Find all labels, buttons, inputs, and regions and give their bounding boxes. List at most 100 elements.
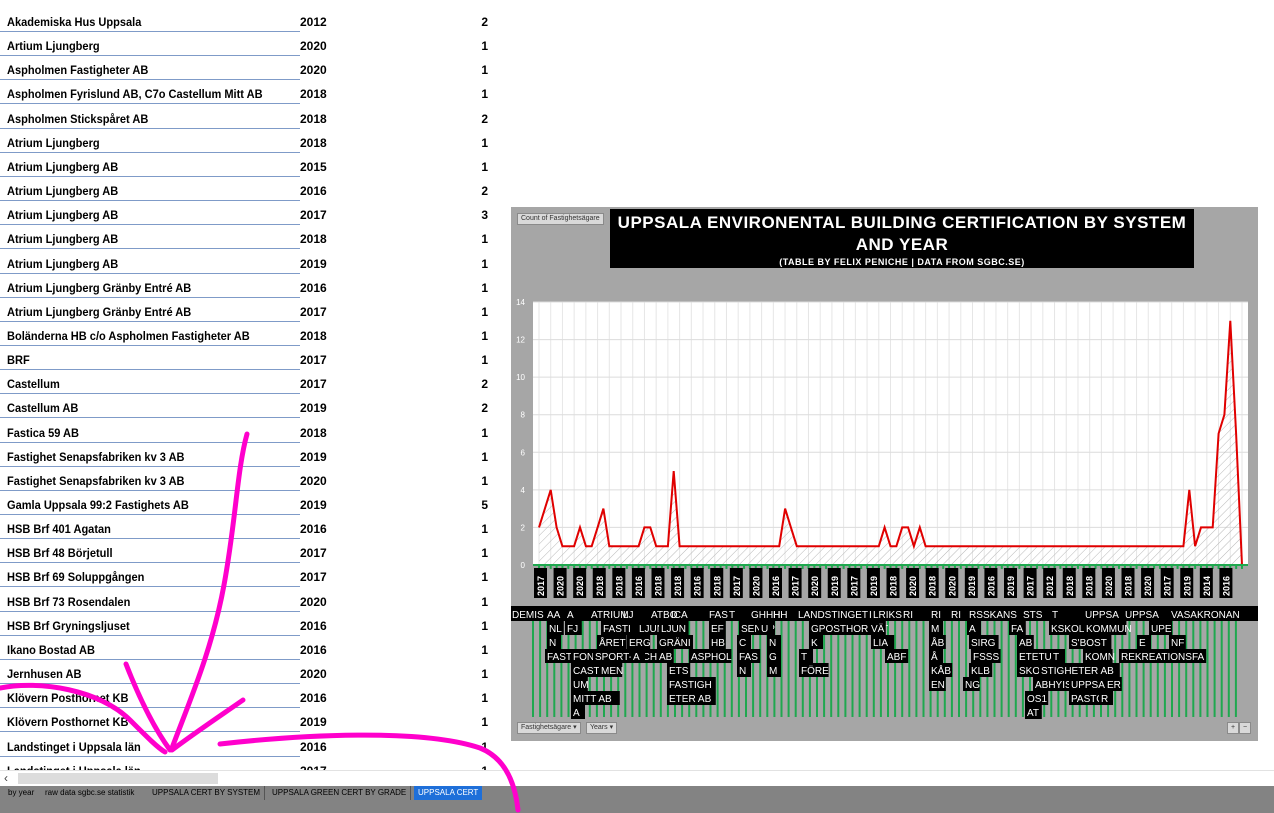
- count-cell[interactable]: 1: [478, 63, 488, 77]
- sheet-tab-cert[interactable]: UPPSALA CERT: [414, 786, 483, 800]
- table-row[interactable]: Klövern Posthornet KB 2016 1: [0, 684, 500, 709]
- count-cell[interactable]: 1: [478, 570, 488, 584]
- table-row[interactable]: Jernhusen AB 2020 1: [0, 660, 500, 685]
- table-row[interactable]: Aspholmen Stickspåret AB 2018 2: [0, 105, 500, 129]
- owner-cell[interactable]: Fastica 59 AB: [7, 426, 79, 440]
- table-row[interactable]: Fastica 59 AB 2018 1: [0, 419, 500, 443]
- owner-cell[interactable]: Artium Ljungberg: [7, 39, 100, 53]
- owner-cell[interactable]: Klövern Posthornet KB: [7, 715, 128, 729]
- table-row[interactable]: Atrium Ljungberg Gränby Entré AB 2017 1: [0, 298, 500, 322]
- year-cell[interactable]: 2017: [300, 305, 327, 319]
- year-cell[interactable]: 2020: [300, 63, 327, 77]
- count-cell[interactable]: 1: [478, 691, 488, 705]
- count-cell[interactable]: 1: [478, 257, 488, 271]
- count-cell[interactable]: 1: [478, 740, 488, 754]
- count-cell[interactable]: 1: [478, 136, 488, 150]
- owner-cell[interactable]: Atrium Ljungberg Gränby Entré AB: [7, 281, 191, 295]
- owner-cell[interactable]: HSB Brf 73 Rosendalen: [7, 595, 130, 609]
- owner-cell[interactable]: Gamla Uppsala 99:2 Fastighets AB: [7, 498, 189, 512]
- year-cell[interactable]: 2019: [300, 715, 327, 729]
- year-cell[interactable]: 2019: [300, 401, 327, 415]
- owner-cell[interactable]: Atrium Ljungberg AB: [7, 160, 118, 174]
- count-cell[interactable]: 2: [478, 15, 488, 29]
- owner-cell[interactable]: Atrium Ljungberg AB: [7, 232, 118, 246]
- count-cell[interactable]: 1: [478, 474, 488, 488]
- owner-cell[interactable]: Castellum AB: [7, 401, 78, 415]
- count-cell[interactable]: 1: [478, 281, 488, 295]
- year-cell[interactable]: 2019: [300, 257, 327, 271]
- table-row[interactable]: Aspholmen Fastigheter AB 2020 1: [0, 56, 500, 81]
- owner-cell[interactable]: Atrium Ljungberg AB: [7, 257, 118, 271]
- table-row[interactable]: Atrium Ljungberg Gränby Entré AB 2016 1: [0, 274, 500, 298]
- owner-cell[interactable]: Aspholmen Fastigheter AB: [7, 63, 148, 77]
- count-cell[interactable]: 1: [478, 546, 488, 560]
- scroll-left-icon[interactable]: ‹: [4, 771, 8, 785]
- count-cell[interactable]: 1: [478, 667, 488, 681]
- sheet-tab-green-cert-by-grade[interactable]: UPPSALA GREEN CERT BY GRADE: [268, 786, 412, 800]
- year-cell[interactable]: 2019: [300, 450, 327, 464]
- table-row[interactable]: Boländerna HB c/o Aspholmen Fastigheter …: [0, 322, 500, 346]
- owner-cell[interactable]: Klövern Posthornet KB: [7, 691, 128, 705]
- count-cell[interactable]: 1: [478, 595, 488, 609]
- year-cell[interactable]: 2020: [300, 474, 327, 488]
- owner-cell[interactable]: Aspholmen Fyrislund AB, C7o Castellum Mi…: [7, 87, 263, 101]
- year-cell[interactable]: 2018: [300, 136, 327, 150]
- table-row[interactable]: Artium Ljungberg 2020 1: [0, 32, 500, 57]
- year-cell[interactable]: 2018: [300, 232, 327, 246]
- year-cell[interactable]: 2017: [300, 353, 327, 367]
- table-row[interactable]: BRF 2017 1: [0, 346, 500, 371]
- year-cell[interactable]: 2020: [300, 39, 327, 53]
- table-row[interactable]: Landstinget i Uppsala län20171: [0, 757, 500, 770]
- table-row[interactable]: Fastighet Senapsfabriken kv 3 AB 2020 1: [0, 467, 500, 491]
- owner-cell[interactable]: Atrium Ljungberg AB: [7, 208, 118, 222]
- table-row[interactable]: Atrium Ljungberg AB 2019 1: [0, 250, 500, 274]
- owner-cell[interactable]: BRF: [7, 353, 30, 367]
- year-cell[interactable]: 2016: [300, 281, 327, 295]
- table-row[interactable]: Fastighet Senapsfabriken kv 3 AB 2019 1: [0, 443, 500, 467]
- count-cell[interactable]: 1: [478, 619, 488, 633]
- owner-cell[interactable]: Aspholmen Stickspåret AB: [7, 112, 148, 126]
- owner-cell[interactable]: HSB Brf 48 Börjetull: [7, 546, 113, 560]
- year-cell[interactable]: 2016: [300, 740, 327, 754]
- owner-cell[interactable]: Atrium Ljungberg AB: [7, 184, 118, 198]
- year-cell[interactable]: 2016: [300, 184, 327, 198]
- year-cell[interactable]: 2018: [300, 329, 327, 343]
- year-cell[interactable]: 2017: [300, 546, 327, 560]
- year-cell[interactable]: 2016: [300, 619, 327, 633]
- count-cell[interactable]: 1: [478, 522, 488, 536]
- year-cell[interactable]: 2016: [300, 522, 327, 536]
- table-row[interactable]: Atrium Ljungberg AB 2016 2: [0, 177, 500, 202]
- count-cell[interactable]: 1: [478, 426, 488, 440]
- count-cell[interactable]: 2: [478, 401, 488, 415]
- year-cell[interactable]: 2017: [300, 570, 327, 584]
- year-cell[interactable]: 2020: [300, 667, 327, 681]
- count-cell[interactable]: 1: [478, 353, 488, 367]
- year-cell[interactable]: 2016: [300, 643, 327, 657]
- table-row[interactable]: Castellum AB 2019 2: [0, 394, 500, 419]
- table-row[interactable]: Ikano Bostad AB 2016 1: [0, 636, 500, 660]
- year-cell[interactable]: 2016: [300, 691, 327, 705]
- owner-cell[interactable]: Atrium Ljungberg: [7, 136, 100, 150]
- horizontal-scrollbar[interactable]: ‹: [0, 770, 1274, 786]
- table-row[interactable]: Aspholmen Fyrislund AB, C7o Castellum Mi…: [0, 80, 500, 105]
- field-button-count[interactable]: Count of Fastighetsägare: [517, 213, 604, 225]
- sheet-tab-cert-by-system[interactable]: UPPSALA CERT BY SYSTEM: [148, 786, 266, 800]
- count-cell[interactable]: 1: [478, 715, 488, 729]
- year-cell[interactable]: 2019: [300, 498, 327, 512]
- count-cell[interactable]: 1: [478, 643, 488, 657]
- count-cell[interactable]: 1: [478, 329, 488, 343]
- owner-cell[interactable]: HSB Brf 401 Agatan: [7, 522, 111, 536]
- table-row[interactable]: HSB Brf Gryningsljuset 2016 1: [0, 612, 500, 636]
- year-cell[interactable]: 2018: [300, 112, 327, 126]
- owner-cell[interactable]: Fastighet Senapsfabriken kv 3 AB: [7, 450, 185, 464]
- year-cell[interactable]: 2018: [300, 87, 327, 101]
- pivot-chart[interactable]: 0 2 4 6 8 10 12 14 2017 2020 2020 2018 2018 2016 2018 2…: [511, 207, 1258, 741]
- table-row[interactable]: Akademiska Hus Uppsala 2012 2: [0, 8, 500, 32]
- count-cell[interactable]: 5: [478, 498, 488, 512]
- sheet-tab-by-year[interactable]: by year: [4, 786, 38, 800]
- table-row[interactable]: Castellum 2017 2: [0, 370, 500, 395]
- table-row[interactable]: Atrium Ljungberg AB 2018 1: [0, 225, 500, 250]
- table-row[interactable]: HSB Brf 48 Börjetull 2017 1: [0, 539, 500, 564]
- year-cell[interactable]: 2017: [300, 377, 327, 391]
- owner-cell[interactable]: Jernhusen AB: [7, 667, 81, 681]
